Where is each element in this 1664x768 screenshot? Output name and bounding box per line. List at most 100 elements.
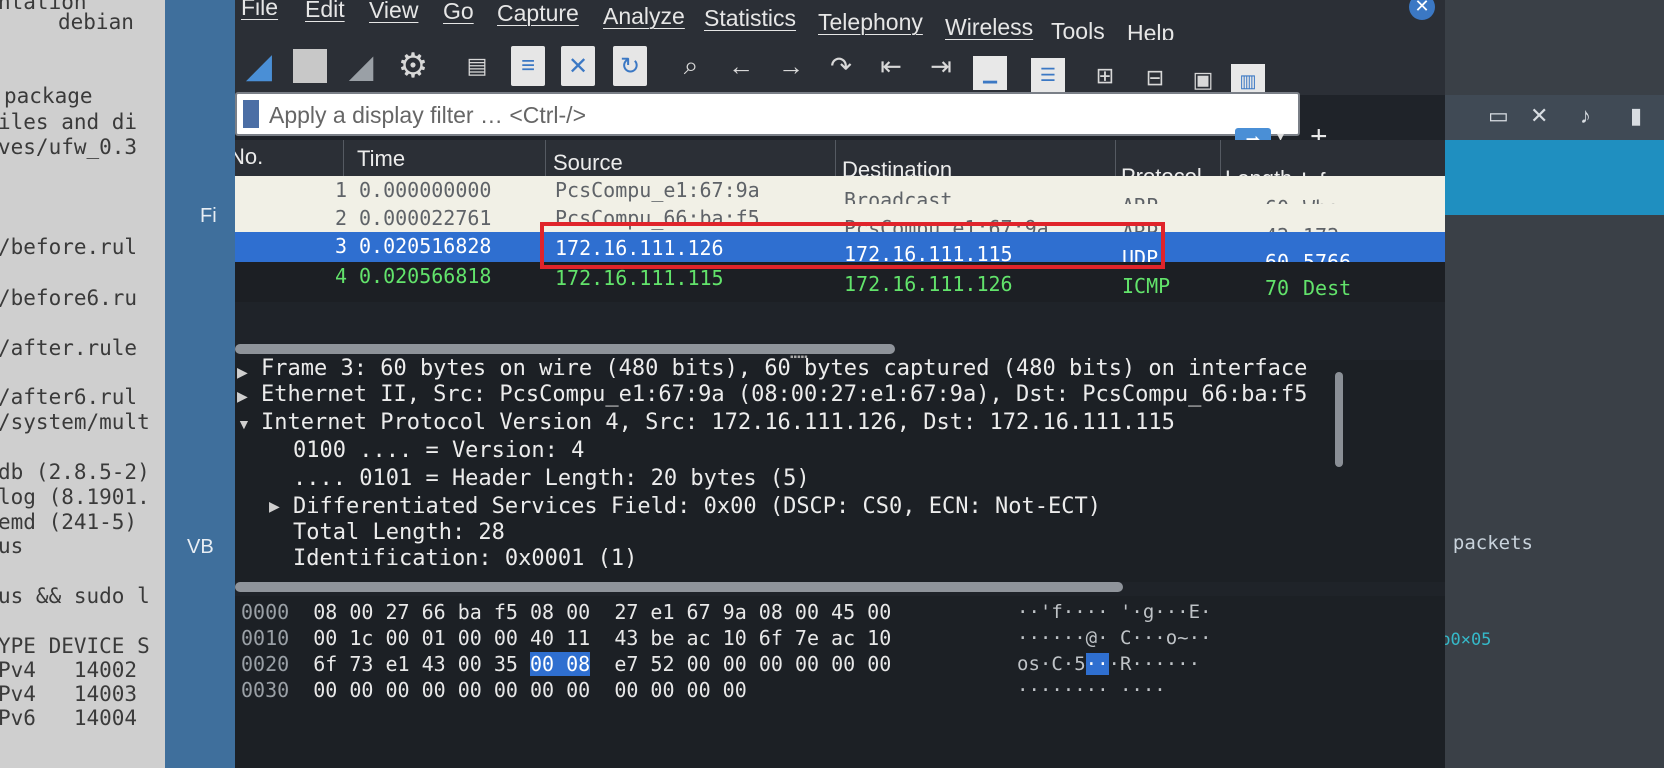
expand-arrow-icon[interactable]: ▶ [269, 498, 280, 515]
bytes-row[interactable]: 0020 6f 73 e1 43 00 35 00 08 e7 52 00 00… [241, 652, 891, 676]
bytes-ascii[interactable]: os·C·5···R······ [1017, 653, 1200, 675]
menu-telephony[interactable]: Telephony [818, 9, 923, 36]
terminal-line: emd (241-5) [0, 510, 138, 534]
cell-no: 1 [335, 178, 348, 202]
accent-block [1420, 140, 1664, 215]
terminal-line: Pv4 14003 [0, 682, 138, 706]
background-panel-right: ▭ ✕ ♪ ▮ l packets ap0×05 [1420, 0, 1664, 768]
reload-file-icon[interactable]: ↻ [613, 46, 647, 86]
last-packet-icon[interactable]: ⇥ [921, 46, 961, 86]
packet-bytes-pane: 0000 08 00 27 66 ba f5 08 00 27 e1 67 9a… [235, 596, 1445, 768]
colorize-icon[interactable]: ☰ [1031, 58, 1065, 92]
display-icon[interactable]: ▭ [1488, 103, 1509, 129]
go-forward-icon[interactable]: → [771, 46, 811, 86]
cell-no: 4 [335, 264, 348, 288]
bytes-offset: 0000 [241, 600, 290, 624]
bytes-ascii[interactable]: ········ ···· [1017, 679, 1166, 701]
bookmark-icon[interactable] [243, 100, 259, 128]
detail-ethernet[interactable]: Ethernet II, Src: PcsCompu_e1:67:9a (08:… [261, 382, 1307, 407]
open-file-icon[interactable]: ▤ [457, 46, 497, 86]
expand-arrow-icon[interactable]: ▶ [237, 388, 248, 405]
menu-bar: File Edit View Go Capture Analyze Statis… [235, 0, 1445, 46]
detail-version[interactable]: 0100 .... = Version: 4 [293, 438, 584, 463]
column-time[interactable]: Time [357, 146, 405, 172]
restart-capture-icon[interactable]: ◢ [341, 46, 381, 86]
terminal-line: /system/mult [0, 410, 150, 434]
menu-edit[interactable]: Edit [305, 0, 345, 23]
bytes-hex: 08 00 27 66 ba f5 08 00 [313, 600, 591, 624]
menu-capture[interactable]: Capture [497, 0, 579, 27]
first-packet-icon[interactable]: ⇤ [871, 46, 911, 86]
column-no[interactable]: No. [235, 144, 263, 170]
terminal-line: log (8.1901. [0, 485, 150, 509]
trash-icon[interactable]: ▮ [1630, 103, 1642, 129]
annotation-highlight-box [540, 222, 1165, 269]
terminal-line: /after6.rul [0, 385, 138, 409]
terminal-line: iles and di [0, 110, 138, 134]
terminal-line: ves/ufw_0.3 [0, 135, 138, 159]
cell-time: 0.000000000 [359, 178, 492, 202]
go-to-packet-icon[interactable]: ↷ [821, 46, 861, 86]
bytes-row[interactable]: 0000 08 00 27 66 ba f5 08 00 27 e1 67 9a… [241, 600, 891, 624]
menu-view[interactable]: View [369, 0, 418, 24]
save-file-icon[interactable]: ≡ [511, 46, 545, 86]
cell-no: 2 [335, 206, 348, 230]
cell-source: PcsCompu_e1:67:9a [555, 178, 760, 202]
close-file-icon[interactable]: ✕ [561, 46, 595, 86]
terminal-line: db (2.8.5-2) [0, 460, 150, 484]
bytes-hex: 43 be ac 10 6f 7e ac 10 [614, 626, 892, 650]
terminal-line: YPE DEVICE S [0, 634, 150, 658]
detail-dsfield[interactable]: Differentiated Services Field: 0x00 (DSC… [293, 494, 1101, 519]
menu-wireless[interactable]: Wireless [945, 14, 1033, 41]
display-filter-bar [235, 92, 1300, 136]
wireshark-window: File Edit View Go Capture Analyze Statis… [235, 0, 1445, 768]
stop-capture-icon[interactable] [293, 49, 327, 83]
cell-info: Dest [1303, 276, 1352, 300]
terminal-line: us && sudo l [0, 584, 150, 608]
shark-fin-start-icon[interactable]: ◢ [239, 46, 279, 86]
capture-options-icon[interactable]: ⚙ [393, 46, 433, 86]
cell-time: 0.000022761 [359, 206, 492, 230]
detail-ipv4[interactable]: Internet Protocol Version 4, Src: 172.16… [261, 410, 1175, 435]
bell-icon[interactable]: ♪ [1580, 103, 1591, 129]
terminal-line: /before.rul [0, 235, 138, 259]
detail-identification[interactable]: Identification: 0x0001 (1) [293, 546, 637, 571]
detail-header-length[interactable]: .... 0101 = Header Length: 20 bytes (5) [293, 466, 810, 491]
side-label: Fi [200, 205, 217, 227]
collapse-arrow-icon[interactable]: ▼ [237, 416, 251, 432]
packet-details-pane: ▶ Frame 3: 60 bytes on wire (480 bits), … [235, 356, 1445, 582]
cell-no: 3 [335, 234, 348, 258]
background-text: l packets [1430, 532, 1533, 554]
bytes-hex: 00 00 00 00 [614, 678, 747, 702]
zoom-in-icon[interactable]: ⊞ [1085, 56, 1125, 96]
display-filter-input[interactable] [267, 98, 1251, 132]
close-icon[interactable]: ✕ [1409, 0, 1435, 20]
ascii-selected: ·· [1085, 653, 1109, 675]
bytes-hex: 00 1c 00 01 00 00 40 11 [313, 626, 591, 650]
menu-statistics[interactable]: Statistics [704, 5, 796, 32]
menu-analyze[interactable]: Analyze [603, 3, 685, 30]
cell-time: 0.020516828 [359, 234, 492, 258]
packet-row[interactable]: 1 0.000000000 PcsCompu_e1:67:9a Broadcas… [235, 176, 1445, 220]
expand-arrow-icon[interactable]: ▶ [237, 364, 248, 381]
background-desktop-strip: Fi VB [165, 0, 235, 768]
column-source[interactable]: Source [553, 150, 623, 176]
bytes-offset: 0010 [241, 626, 290, 650]
terminal-line: debian [58, 10, 134, 34]
menu-file[interactable]: File [241, 0, 278, 21]
menu-go[interactable]: Go [443, 0, 474, 25]
search-icon[interactable]: ⌕ [671, 46, 711, 86]
terminal-line: /before6.ru [0, 286, 138, 310]
go-back-icon[interactable]: ← [721, 46, 761, 86]
autoscroll-icon[interactable]: ▁ [973, 56, 1007, 90]
details-horizontal-scrollbar[interactable] [235, 582, 1123, 592]
bytes-ascii[interactable]: ······@· C···o~·· [1017, 627, 1211, 649]
mute-icon[interactable]: ✕ [1530, 103, 1548, 129]
bytes-row[interactable]: 0030 00 00 00 00 00 00 00 00 00 00 00 00 [241, 678, 747, 702]
bytes-row[interactable]: 0010 00 1c 00 01 00 00 40 11 43 be ac 10… [241, 626, 891, 650]
detail-total-length[interactable]: Total Length: 28 [293, 520, 505, 545]
bytes-ascii[interactable]: ··'f···· '·g···E· [1017, 601, 1211, 623]
details-vertical-scrollbar[interactable] [1335, 372, 1343, 467]
main-toolbar: ◢ ◢ ⚙ ▤ ≡ ✕ ↻ ⌕ ← → ↷ ⇤ ⇥ ▁ ☰ ⊞ ⊟ ▣ ▥ [235, 40, 1445, 98]
detail-frame[interactable]: Frame 3: 60 bytes on wire (480 bits), 60… [261, 356, 1307, 381]
